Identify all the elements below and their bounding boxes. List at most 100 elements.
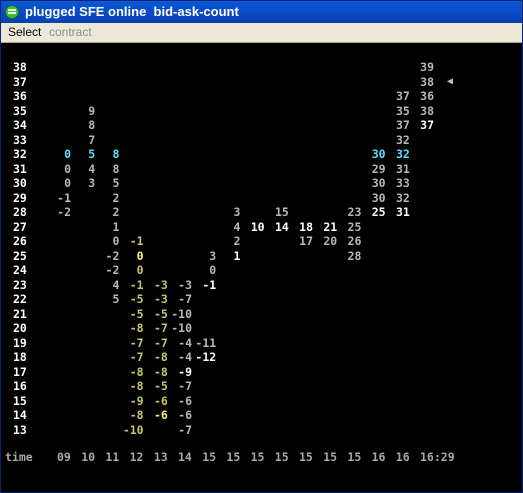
grid-cell: -8 xyxy=(153,350,168,364)
grid-cell: -5 xyxy=(153,306,168,321)
time-tick-label: 15 xyxy=(226,450,241,464)
grid-cell: -7 xyxy=(178,422,192,437)
grid-cell: 37 xyxy=(395,89,410,103)
app-icon xyxy=(5,5,19,19)
grid-cell: 0 xyxy=(136,248,144,263)
price-label: 15 xyxy=(13,393,27,408)
grid-cell: -8 xyxy=(129,408,144,422)
price-label: 25 xyxy=(13,248,27,263)
grid-cell: -2 xyxy=(105,263,120,277)
grid-cell: 8 xyxy=(112,161,120,176)
grid-cell: 3 xyxy=(209,248,217,263)
price-label: 37 xyxy=(13,74,27,89)
grid-cell: -7 xyxy=(153,335,168,350)
grid-cell: 10 xyxy=(250,219,265,234)
price-label: 17 xyxy=(13,364,27,379)
grid-cell: 39 xyxy=(420,60,434,74)
time-tick-label: 15 xyxy=(274,450,289,464)
grid-cell: 32 xyxy=(395,147,410,161)
time-tick-label: 16 xyxy=(395,450,410,464)
grid-cell: 20 xyxy=(323,234,338,248)
price-label: 20 xyxy=(13,321,27,335)
grid-cell: 32 xyxy=(395,190,410,205)
time-tick-label: 16 xyxy=(371,450,386,464)
grid-cell: -1 xyxy=(129,234,144,248)
current-price-marker-icon: ◀ xyxy=(447,75,454,87)
grid-cell: -4 xyxy=(178,335,192,350)
price-label: 21 xyxy=(13,306,27,321)
grid-cell: -10 xyxy=(122,422,144,437)
price-label: 22 xyxy=(13,292,27,306)
grid-cell: 15 xyxy=(274,205,289,219)
grid-cell: -8 xyxy=(129,364,144,379)
time-tick-label: 15 xyxy=(250,450,265,464)
grid-cell: 30 xyxy=(371,147,386,161)
grid-cell: -5 xyxy=(129,292,144,306)
price-label: 35 xyxy=(13,103,27,118)
menu-select[interactable]: Select xyxy=(8,25,41,39)
grid-cell: 37 xyxy=(395,118,410,132)
grid-cell: 25 xyxy=(347,219,362,234)
price-label: 23 xyxy=(13,277,27,292)
grid-cell: -11 xyxy=(195,335,217,350)
grid-cell: -6 xyxy=(153,393,168,408)
price-label: 27 xyxy=(13,219,27,234)
grid-cell: 31 xyxy=(395,205,410,219)
grid-cell: 5 xyxy=(112,292,120,306)
grid-cell: -8 xyxy=(153,364,168,379)
time-tick-label: 14 xyxy=(178,450,192,464)
grid-cell: 38 xyxy=(420,103,434,118)
price-label: 28 xyxy=(13,205,27,219)
grid-cell: 38 xyxy=(420,74,434,89)
grid-cell: -5 xyxy=(129,306,144,321)
grid-cell: 2 xyxy=(112,205,120,219)
price-label: 31 xyxy=(13,161,27,176)
time-tick-label: 15 xyxy=(299,450,313,464)
price-label: 16 xyxy=(13,379,27,393)
time-tick-label: 15 xyxy=(323,450,338,464)
grid-cell: -2 xyxy=(57,205,71,219)
grid-cell: -6 xyxy=(178,393,192,408)
grid-cell: -10 xyxy=(171,306,192,321)
price-label: 36 xyxy=(13,89,27,103)
grid-cell: 5 xyxy=(112,176,120,190)
grid-cell: 21 xyxy=(323,219,338,234)
grid-cell: 2 xyxy=(233,234,241,248)
time-tick-label: 13 xyxy=(153,450,168,464)
grid-cell: 3 xyxy=(233,205,241,219)
window-title: plugged SFE online bid-ask-count xyxy=(25,4,239,19)
price-label: 14 xyxy=(13,408,27,422)
time-tick-label: 12 xyxy=(129,450,144,464)
grid-cell: 2 xyxy=(112,190,120,205)
grid-cell: 0 xyxy=(112,234,120,248)
grid-cell: -7 xyxy=(129,335,144,350)
price-label: 38 xyxy=(13,60,27,74)
grid-cell: -7 xyxy=(153,321,168,335)
grid-cell: 8 xyxy=(112,147,120,161)
grid-cell: 0 xyxy=(64,147,71,161)
time-tick-label: 15 xyxy=(347,450,362,464)
grid-cell: 37 xyxy=(420,118,434,132)
grid-cell: 4 xyxy=(233,219,241,234)
title-bar[interactable]: plugged SFE online bid-ask-count xyxy=(1,1,522,23)
price-label: 13 xyxy=(13,422,27,437)
time-axis-label: time xyxy=(5,450,33,464)
grid-cell: -3 xyxy=(153,292,168,306)
menu-contract: contract xyxy=(49,25,92,39)
price-label: 19 xyxy=(13,335,27,350)
grid-cell: 33 xyxy=(395,176,410,190)
price-label: 18 xyxy=(13,350,27,364)
grid-cell: 35 xyxy=(395,103,410,118)
grid-cell: 25 xyxy=(371,205,386,219)
grid-cell: 9 xyxy=(88,103,96,118)
grid-cell: -8 xyxy=(129,321,144,335)
grid-cell: 1 xyxy=(112,219,120,234)
grid-cell: -3 xyxy=(153,277,168,292)
price-label: 30 xyxy=(13,176,27,190)
grid-cell: 30 xyxy=(371,190,386,205)
grid-cell: -7 xyxy=(178,379,192,393)
grid-cell: -5 xyxy=(153,379,168,393)
grid-cell: -3 xyxy=(178,277,192,292)
time-tick-label: 09 xyxy=(57,450,71,464)
price-label: 32 xyxy=(13,147,27,161)
